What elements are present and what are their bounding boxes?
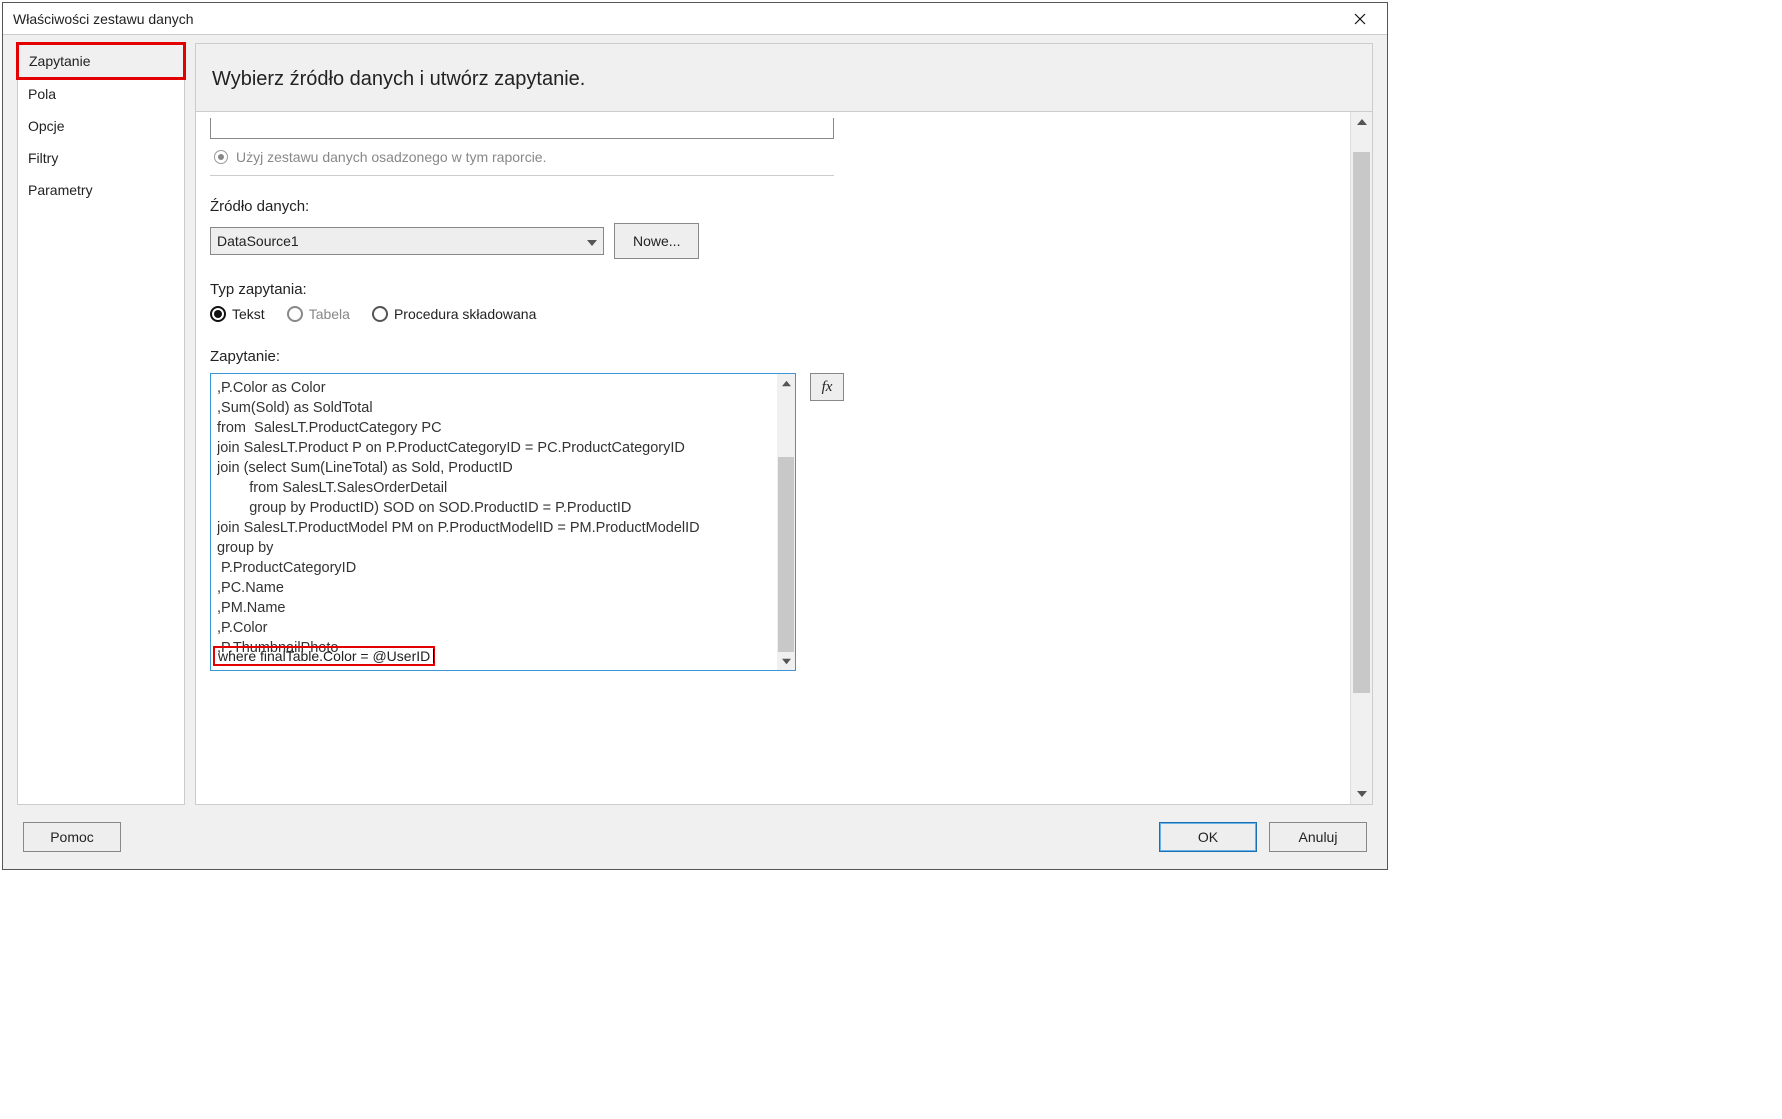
query-type-row: Tekst Tabela Procedura składowana (210, 306, 1334, 322)
sidebar-item-label: Zapytanie (29, 53, 90, 69)
sidebar-item-filters[interactable]: Filtry (18, 142, 184, 174)
sidebar-highlight: Zapytanie (16, 42, 186, 80)
query-area-row: ,P.Color as Color ,Sum(Sold) as SoldTota… (210, 373, 1334, 671)
data-source-value: DataSource1 (217, 233, 299, 249)
dataset-name-input[interactable]: DataSet1 (210, 118, 834, 139)
embed-dataset-radio-row: Użyj zestawu danych osadzonego w tym rap… (210, 143, 834, 176)
main-scroll: DataSet1 Użyj zestawu danych osadzonego … (196, 112, 1372, 804)
ok-label: OK (1198, 829, 1218, 845)
scroll-up-icon[interactable] (777, 374, 795, 392)
help-button[interactable]: Pomoc (23, 822, 121, 852)
panel-scrollbar[interactable] (1350, 112, 1372, 804)
sidebar-item-parameters[interactable]: Parametry (18, 174, 184, 206)
sidebar-item-fields[interactable]: Pola (18, 78, 184, 110)
fx-label: fx (822, 379, 833, 396)
sidebar: Zapytanie Pola Opcje Filtry Parametry (17, 43, 185, 805)
text-caret (433, 649, 434, 663)
dialog-body: Zapytanie Pola Opcje Filtry Parametry Wy… (3, 35, 1387, 805)
data-source-row: DataSource1 Nowe... (210, 223, 1334, 259)
query-label: Zapytanie: (210, 348, 1334, 365)
data-source-label: Źródło danych: (210, 198, 1334, 215)
dialog-footer: Pomoc OK Anuluj (3, 805, 1387, 869)
scroll-down-icon[interactable] (1351, 784, 1372, 804)
scroll-down-icon[interactable] (777, 652, 795, 670)
scroll-track[interactable] (777, 392, 795, 652)
scroll-thumb[interactable] (778, 457, 794, 652)
query-type-table[interactable]: Tabela (287, 306, 350, 322)
scroll-thumb[interactable] (1353, 152, 1370, 693)
sidebar-item-query[interactable]: Zapytanie (19, 45, 183, 77)
new-button-label: Nowe... (633, 233, 680, 249)
query-where-highlight: where finalTable.Color = @UserID (213, 646, 435, 666)
sidebar-item-label: Opcje (28, 118, 65, 134)
new-data-source-button[interactable]: Nowe... (614, 223, 699, 259)
scroll-track[interactable] (1351, 132, 1372, 784)
query-scrollbar[interactable] (777, 374, 795, 670)
scroll-up-icon[interactable] (1351, 112, 1372, 132)
embed-dataset-radio[interactable] (214, 150, 228, 164)
query-type-table-label: Tabela (309, 306, 350, 322)
cancel-button[interactable]: Anuluj (1269, 822, 1367, 852)
expression-button[interactable]: fx (810, 373, 844, 401)
window-title: Właściwości zestawu danych (13, 11, 1343, 27)
query-text-body: ,P.Color as Color ,Sum(Sold) as SoldTota… (217, 378, 773, 666)
query-type-proc[interactable]: Procedura składowana (372, 306, 536, 322)
query-where-text: where finalTable.Color = @UserID (218, 648, 430, 664)
cancel-label: Anuluj (1299, 829, 1338, 845)
main-panel: Wybierz źródło danych i utwórz zapytanie… (195, 43, 1373, 805)
sidebar-item-label: Filtry (28, 150, 58, 166)
query-textarea[interactable]: ,P.Color as Color ,Sum(Sold) as SoldTota… (210, 373, 796, 671)
sidebar-item-options[interactable]: Opcje (18, 110, 184, 142)
query-type-label: Typ zapytania: (210, 281, 1334, 298)
sidebar-item-label: Pola (28, 86, 56, 102)
help-label: Pomoc (50, 829, 94, 845)
main-header: Wybierz źródło danych i utwórz zapytanie… (196, 44, 1372, 112)
radio-icon (210, 306, 226, 322)
query-type-text-label: Tekst (232, 306, 265, 322)
titlebar: Właściwości zestawu danych (3, 3, 1387, 35)
dialog-window: Właściwości zestawu danych Zapytanie Pol… (2, 2, 1388, 870)
close-button[interactable] (1343, 7, 1377, 31)
radio-icon (287, 306, 303, 322)
query-type-text[interactable]: Tekst (210, 306, 265, 322)
main-content: DataSet1 Użyj zestawu danych osadzonego … (196, 112, 1372, 804)
sidebar-item-label: Parametry (28, 182, 93, 198)
embed-dataset-label: Użyj zestawu danych osadzonego w tym rap… (236, 149, 546, 165)
chevron-down-icon (587, 233, 597, 249)
close-icon (1354, 13, 1366, 25)
radio-icon (372, 306, 388, 322)
query-type-proc-label: Procedura składowana (394, 306, 536, 322)
ok-button[interactable]: OK (1159, 822, 1257, 852)
data-source-combobox[interactable]: DataSource1 (210, 227, 604, 255)
